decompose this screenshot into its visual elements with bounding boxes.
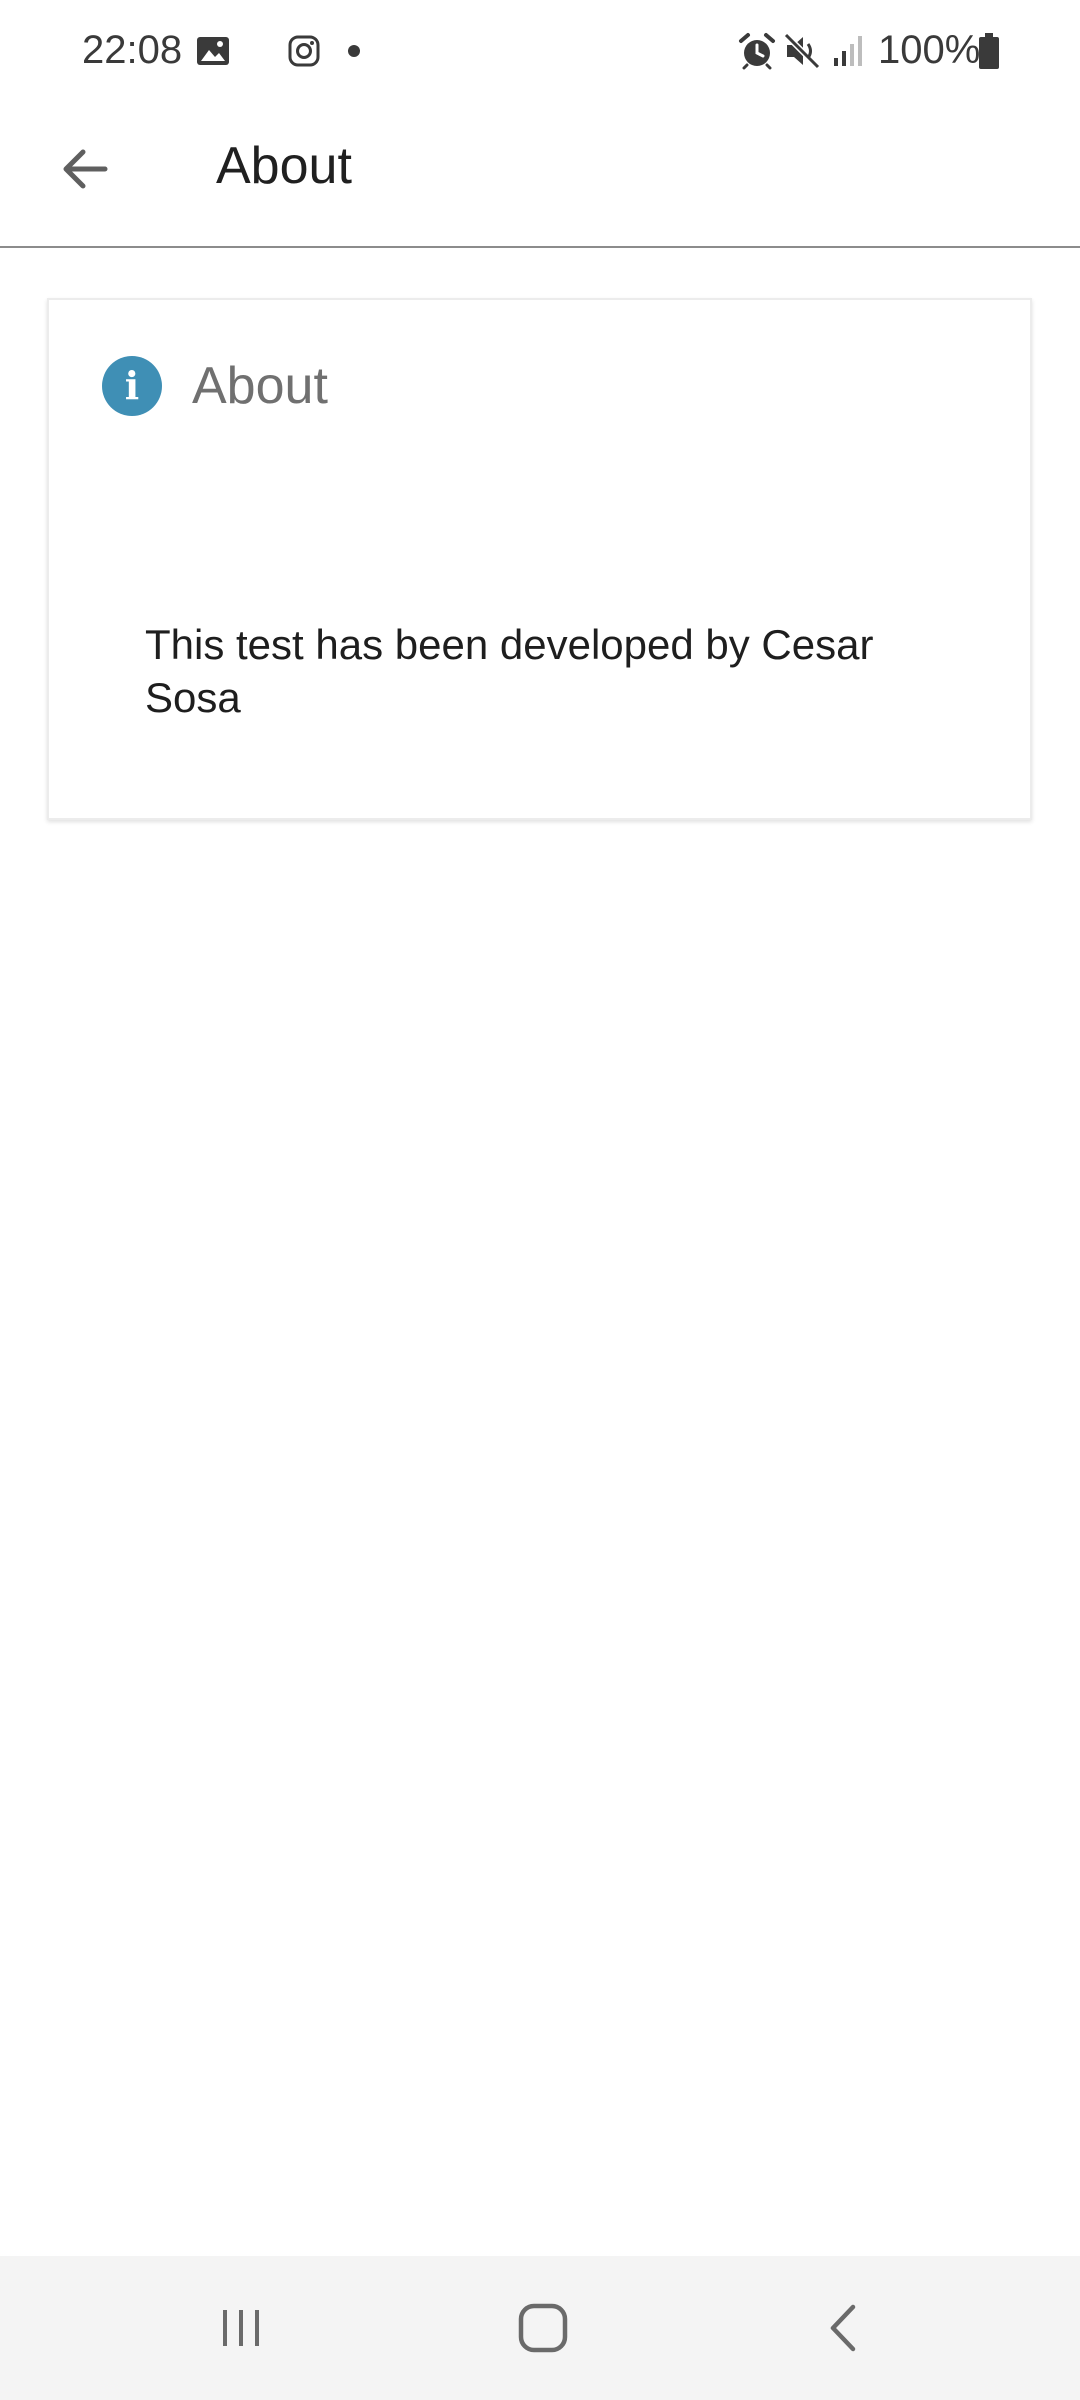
alarm-icon: [739, 33, 775, 70]
page-title: About: [216, 137, 352, 195]
about-card: i About This test has been developed by …: [47, 298, 1032, 820]
card-title: About: [192, 357, 328, 415]
app-bar: About: [0, 100, 1080, 248]
navigation-bar: [0, 2256, 1080, 2400]
status-time: 22:08: [82, 28, 183, 72]
info-icon: i: [102, 356, 162, 416]
recents-icon: [223, 2310, 259, 2346]
battery-percent: 100%: [878, 28, 981, 72]
info-icon-glyph: i: [124, 363, 140, 408]
system-back-button[interactable]: [795, 2278, 895, 2378]
dot-icon: [348, 45, 360, 57]
recents-button[interactable]: [191, 2278, 291, 2378]
card-header: i About: [102, 354, 328, 418]
screen: 22:08 100% About i About This test has b…: [0, 0, 1080, 2400]
mute-icon: [783, 32, 821, 70]
gallery-icon: [197, 37, 229, 65]
about-text: This test has been developed by Cesar So…: [145, 621, 874, 721]
home-button[interactable]: [493, 2278, 593, 2378]
battery-icon: [979, 33, 999, 69]
signal-icon: [834, 36, 862, 66]
status-bar: 22:08 100%: [0, 0, 1080, 100]
back-button[interactable]: [40, 124, 130, 214]
home-icon: [518, 2303, 568, 2353]
back-icon: [830, 2304, 856, 2352]
arrow-back-icon: [63, 149, 108, 189]
instagram-icon: [288, 35, 320, 67]
